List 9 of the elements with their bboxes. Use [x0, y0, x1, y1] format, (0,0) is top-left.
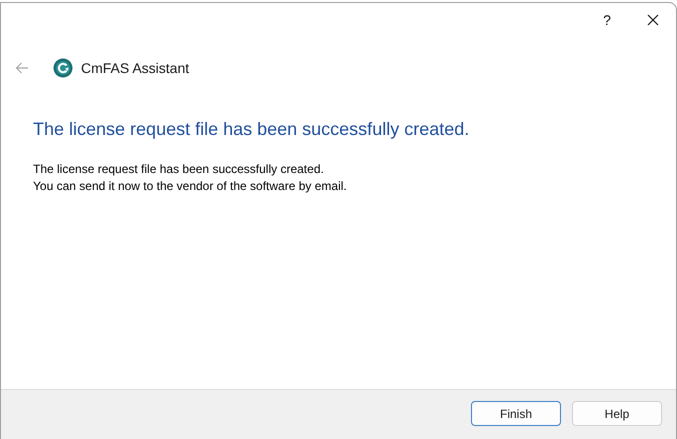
- page-heading: The license request file has been successfully created.: [33, 119, 470, 141]
- message-text: You can send it now to the vendor of the software by email.: [33, 178, 348, 195]
- dialog-button[interactable]: Help: [572, 401, 662, 426]
- app-logo-icon: [53, 58, 73, 78]
- message-text: The license request file has been successfully created.: [33, 160, 325, 178]
- dialog-button[interactable]: Finish: [471, 401, 561, 426]
- app-title: CmFAS Assistant: [81, 58, 190, 78]
- close-icon[interactable]: [647, 14, 659, 26]
- help-button[interactable]: ?: [584, 4, 630, 36]
